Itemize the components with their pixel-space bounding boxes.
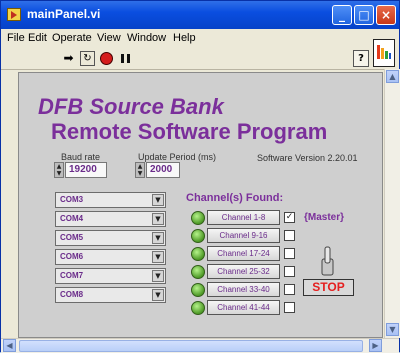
vi-icon [373,39,395,67]
vertical-scrollbar[interactable]: ▲ ▼ [384,69,400,338]
channel-checkbox[interactable] [284,230,295,241]
channel-status-led [191,283,205,297]
chevron-down-icon[interactable]: ▼ [152,194,164,206]
window-title: mainPanel.vi [27,7,101,21]
com-port-select[interactable]: COM3 ▼ [55,192,166,208]
toolbar: ➡ ↻ ? [1,47,399,70]
labview-app-icon [7,8,21,21]
channel-button[interactable]: Channel 33-40 [207,282,280,297]
com-port-value: COM7 [60,271,84,280]
com-port-value: COM3 [60,195,84,204]
com-port-value: COM5 [60,233,84,242]
channel-button[interactable]: Channel 17-24 [207,246,280,261]
channel-button[interactable]: Channel 9-16 [207,228,280,243]
menu-operate[interactable]: Operate [52,32,92,44]
horizontal-scrollbar[interactable]: ◀ ▶ [1,338,399,353]
panel-title-line-1: DFB Source Bank [38,94,224,119]
channel-checkbox[interactable]: ✓ [284,212,295,223]
panel-title-line-2: Remote Software Program [51,119,328,144]
chevron-down-icon[interactable]: ▼ [152,232,164,244]
application-window: mainPanel.vi _ □ × File Edit Operate Vie… [0,0,400,353]
channel-checkbox[interactable] [284,266,295,277]
title-bar[interactable]: mainPanel.vi _ □ × [1,1,399,29]
channel-status-led [191,301,205,315]
close-button[interactable]: × [376,5,396,25]
help-button[interactable]: ? [353,50,369,67]
baud-rate-spinner-icon[interactable]: ▲ ▼ [54,162,64,178]
channel-status-led [191,211,205,225]
chevron-down-icon[interactable]: ▼ [152,270,164,282]
chevron-down-icon[interactable]: ▼ [152,213,164,225]
com-port-select[interactable]: COM4 ▼ [55,211,166,227]
channels-found-label: Channel(s) Found: [186,192,284,204]
chevron-down-icon[interactable]: ▼ [152,251,164,263]
channel-checkbox[interactable] [284,284,295,295]
menu-window[interactable]: Window [127,32,166,44]
minimize-button[interactable]: _ [332,5,352,25]
com-port-select[interactable]: COM7 ▼ [55,268,166,284]
channel-button[interactable]: Channel 1-8 [207,210,280,225]
toggle-switch[interactable] [319,245,336,277]
com-port-select[interactable]: COM6 ▼ [55,249,166,265]
channel-button[interactable]: Channel 25-32 [207,264,280,279]
run-continuously-icon[interactable]: ↻ [80,51,95,66]
channel-status-led [191,229,205,243]
chevron-down-icon[interactable]: ▼ [152,289,164,301]
channel-checkbox[interactable] [284,248,295,259]
com-port-select[interactable]: COM5 ▼ [55,230,166,246]
software-version: Software Version 2.20.01 [257,153,358,163]
menu-file[interactable]: File [7,32,25,44]
scroll-left-icon[interactable]: ◀ [3,339,16,352]
update-period-spinner-icon[interactable]: ▲ ▼ [135,162,145,178]
run-arrow-icon[interactable]: ➡ [61,51,76,66]
channel-button[interactable]: Channel 41-44 [207,300,280,315]
master-label: {Master} [304,212,345,223]
baud-rate-value[interactable]: 19200 [65,162,107,178]
com-port-value: COM8 [60,290,84,299]
update-period-label: Update Period (ms) [138,152,217,162]
stop-button[interactable]: STOP [303,279,354,296]
com-port-value: COM6 [60,252,84,261]
menu-bar: File Edit Operate View Window Help [1,29,399,47]
menu-view[interactable]: View [97,32,121,44]
abort-icon[interactable] [99,51,114,66]
channel-status-led [191,265,205,279]
scroll-down-icon[interactable]: ▼ [386,323,399,336]
maximize-button[interactable]: □ [354,5,374,25]
menu-edit[interactable]: Edit [28,32,47,44]
baud-rate-label: Baud rate [61,152,101,162]
scroll-right-icon[interactable]: ▶ [369,339,382,352]
update-period-value[interactable]: 2000 [146,162,180,178]
com-port-select[interactable]: COM8 ▼ [55,287,166,303]
pause-icon[interactable] [118,51,133,66]
channel-checkbox[interactable] [284,302,295,313]
com-port-value: COM4 [60,214,84,223]
scroll-up-icon[interactable]: ▲ [386,70,399,83]
channel-status-led [191,247,205,261]
menu-help[interactable]: Help [173,32,196,44]
scroll-thumb[interactable] [19,340,363,352]
